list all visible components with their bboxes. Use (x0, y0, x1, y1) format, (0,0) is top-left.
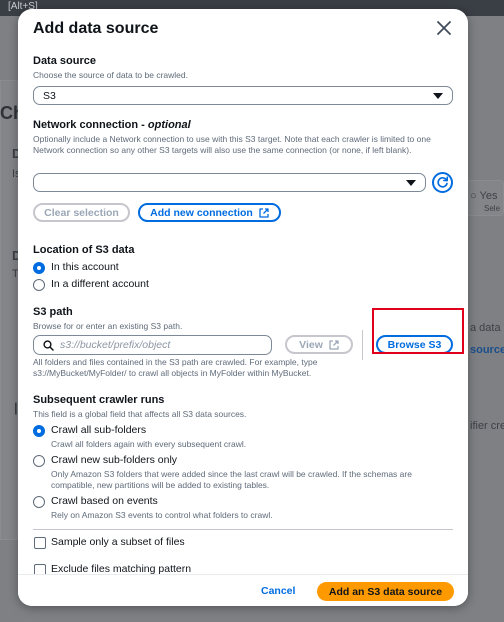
refresh-icon (437, 176, 449, 188)
add-new-connection-button[interactable]: Add new connection (138, 203, 281, 222)
location-label: Location of S3 data (33, 244, 135, 256)
subsequent-runs-label: Subsequent crawler runs (33, 394, 165, 406)
caret-down-icon (406, 180, 416, 186)
caret-down-icon (433, 93, 443, 99)
exclude-pattern-label: Exclude files matching pattern (51, 563, 192, 574)
network-connection-label: Network connection - optional (33, 119, 191, 131)
background-link: source (470, 344, 504, 356)
data-source-selected-value: S3 (43, 90, 56, 102)
browse-s3-highlight (372, 308, 464, 354)
modal-title: Add data source (33, 20, 159, 37)
s3-path-field[interactable] (33, 335, 272, 355)
optional-tag: optional (147, 119, 191, 131)
s3-path-input[interactable] (60, 338, 265, 352)
network-connection-description: Optionally include a Network connection … (33, 134, 431, 155)
sample-subset-checkbox[interactable] (34, 537, 46, 549)
background-text-fragment: a data sou (470, 322, 504, 334)
vertical-divider (362, 330, 363, 360)
s3-path-description: Browse for or enter an existing S3 path. (33, 321, 183, 331)
data-source-description: Choose the source of data to be crawled. (33, 70, 188, 80)
radio-crawl-all-subfolders[interactable] (33, 425, 45, 437)
radio-crawl-new-subfolders-description: Only Amazon S3 folders that were added s… (51, 469, 412, 490)
s3-path-hint: All folders and files contained in the S… (33, 357, 318, 378)
search-icon (43, 340, 54, 351)
radio-crawl-new-subfolders[interactable] (33, 455, 45, 467)
radio-crawl-based-on-events-description: Rely on Amazon S3 events to control what… (51, 510, 273, 520)
radio-different-account-label: In a different account (51, 278, 149, 290)
clear-selection-button[interactable]: Clear selection (33, 203, 130, 222)
radio-crawl-new-subfolders-label: Crawl new sub-folders only (51, 454, 178, 466)
modal-footer: Cancel Add an S3 data source (18, 574, 468, 606)
s3-path-label: S3 path (33, 306, 73, 318)
radio-in-this-account[interactable] (33, 262, 45, 274)
divider (33, 529, 453, 530)
sample-subset-label: Sample only a subset of files (51, 536, 185, 548)
view-button-label: View (299, 338, 323, 351)
background-radio-yes: ○ Yes (470, 190, 498, 202)
radio-in-this-account-label: In this account (51, 261, 119, 273)
add-new-connection-label: Add new connection (150, 206, 253, 219)
external-link-icon (259, 207, 269, 218)
cancel-button[interactable]: Cancel (261, 585, 295, 597)
network-connection-label-text: Network connection - (33, 119, 148, 131)
external-link-icon (329, 339, 339, 350)
add-data-source-modal: Add data source Data source Choose the s… (18, 9, 468, 606)
background-text-fragment: ifier cre (470, 420, 504, 432)
data-source-label: Data source (33, 55, 96, 67)
radio-crawl-all-subfolders-description: Crawl all folders again with every subse… (51, 439, 247, 449)
refresh-connections-button[interactable] (432, 172, 453, 193)
radio-crawl-all-subfolders-label: Crawl all sub-folders (51, 424, 147, 436)
add-s3-data-source-button[interactable]: Add an S3 data source (317, 582, 454, 601)
exclude-pattern-checkbox[interactable] (34, 564, 46, 574)
view-button[interactable]: View (285, 335, 353, 354)
subsequent-runs-description: This field is a global field that affect… (33, 409, 247, 419)
close-icon (437, 21, 451, 35)
background-text-fragment: Sele (484, 204, 501, 213)
radio-crawl-based-on-events-label: Crawl based on events (51, 495, 158, 507)
modal-header: Add data source (18, 9, 468, 47)
data-source-select[interactable]: S3 (33, 86, 453, 105)
close-button[interactable] (436, 20, 452, 36)
radio-different-account[interactable] (33, 279, 45, 291)
network-connection-select[interactable] (33, 173, 426, 192)
radio-crawl-based-on-events[interactable] (33, 496, 45, 508)
